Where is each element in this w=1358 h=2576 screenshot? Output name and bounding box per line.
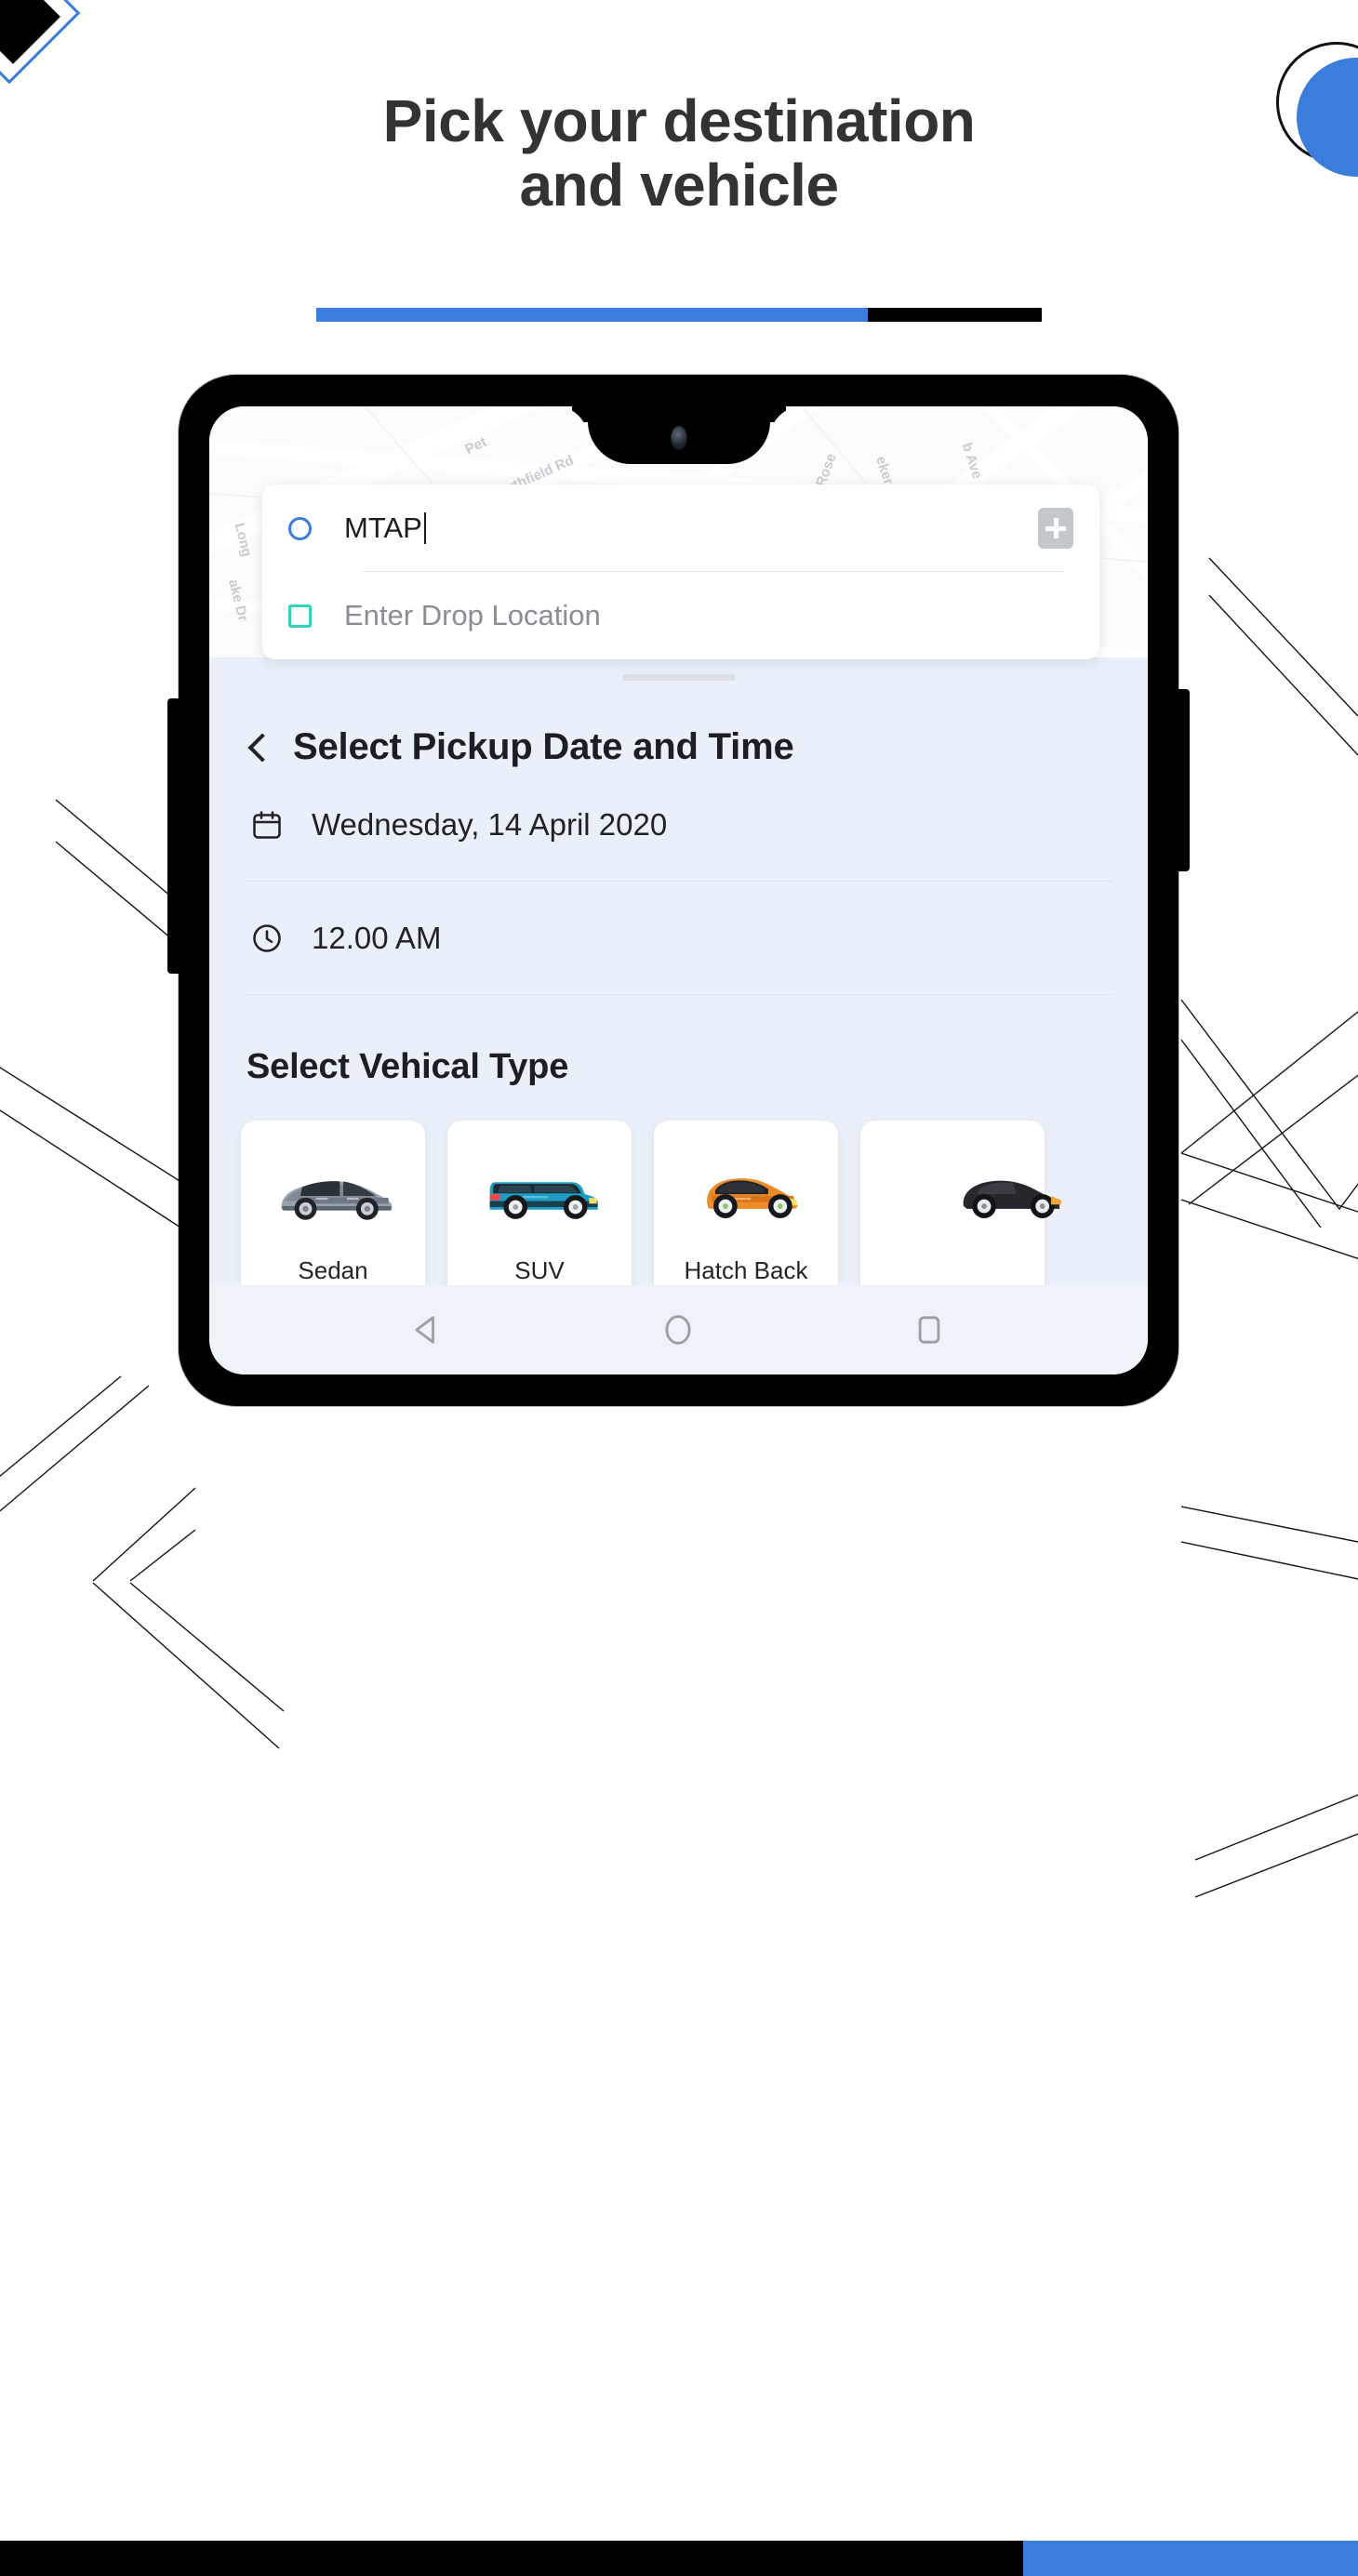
text-caret: [423, 512, 426, 544]
square-recents-icon[interactable]: [909, 1309, 950, 1350]
pickup-time-value: 12.00 AM: [312, 920, 442, 955]
plus-icon: [1053, 518, 1058, 538]
drop-location-input[interactable]: Enter Drop Location: [344, 599, 601, 632]
add-stop-button[interactable]: [1038, 508, 1073, 549]
vehicle-card-suv[interactable]: SUV: [447, 1121, 632, 1311]
page-title-line-1: Pick your destination: [382, 87, 976, 154]
location-search-card: MTAP Enter Drop Location: [262, 485, 1099, 659]
pickup-time-row[interactable]: 12.00 AM: [245, 882, 1112, 995]
triangle-back-icon[interactable]: [407, 1309, 448, 1350]
vehicle-section-title: Select Vehical Type: [246, 1047, 569, 1086]
progress-bar: [316, 308, 1042, 322]
front-camera-icon: [671, 426, 686, 450]
page-title: Pick your destination and vehicle: [0, 87, 1358, 219]
diamond-black-icon: [0, 0, 60, 64]
clock-icon: [253, 923, 281, 952]
phone-screen: Pet Northfield Rd field Rd Rose eker Ave…: [209, 406, 1148, 1374]
chevron-left-icon[interactable]: [247, 732, 277, 763]
vehicle-card-next-partial[interactable]: [860, 1121, 1061, 1311]
calendar-icon: [253, 810, 281, 839]
phone-side-button-right: [1177, 689, 1190, 871]
vehicle-type-list[interactable]: Sedan SUV Hatch Back: [241, 1121, 1148, 1311]
circle-pin-icon: [288, 516, 312, 540]
pickup-location-value: MTAP: [344, 511, 422, 544]
diamond-blue-outline-icon: [0, 0, 81, 85]
sheet-header: Select Pickup Date and Time: [245, 726, 1112, 768]
page-header: Pick your destination and vehicle: [0, 87, 1358, 219]
circle-home-icon[interactable]: [658, 1309, 699, 1350]
pickup-location-input[interactable]: MTAP: [344, 511, 426, 545]
dark-car-icon: [963, 1180, 1061, 1218]
footer-bar: [0, 2541, 1358, 2576]
sheet-content: Select Pickup Date and Time Wednesday, 1…: [209, 657, 1148, 1374]
vehicle-card-label: SUV: [514, 1256, 565, 1284]
bottom-sheet: Select Pickup Date and Time Wednesday, 1…: [209, 657, 1148, 1374]
drop-location-row[interactable]: Enter Drop Location: [262, 572, 1099, 659]
sedan-car-icon: [281, 1181, 393, 1220]
android-navigation-bar: [209, 1285, 1148, 1374]
pickup-date-value: Wednesday, 14 April 2020: [312, 806, 668, 842]
sheet-title: Select Pickup Date and Time: [293, 726, 794, 767]
suv-car-icon: [489, 1182, 598, 1219]
square-pin-icon: [288, 604, 312, 628]
vehicle-card-sedan[interactable]: Sedan: [241, 1121, 425, 1311]
page-root: Pick your destination and vehicle Pet No…: [0, 0, 1358, 2576]
pickup-location-row[interactable]: MTAP: [262, 485, 1099, 572]
phone-mockup: Pet Northfield Rd field Rd Rose eker Ave…: [167, 375, 1190, 1406]
pickup-date-row[interactable]: Wednesday, 14 April 2020: [245, 768, 1112, 882]
hatchback-car-icon: [707, 1178, 798, 1218]
footer-bar-accent: [1023, 2541, 1358, 2576]
vehicle-card-hatchback[interactable]: Hatch Back: [654, 1121, 838, 1311]
vehicle-card-label: Hatch Back: [684, 1256, 808, 1284]
page-title-line-2: and vehicle: [519, 152, 839, 219]
progress-bar-fill: [316, 308, 868, 322]
vehicle-card-label: Sedan: [298, 1256, 368, 1284]
phone-side-button-left: [167, 698, 180, 974]
